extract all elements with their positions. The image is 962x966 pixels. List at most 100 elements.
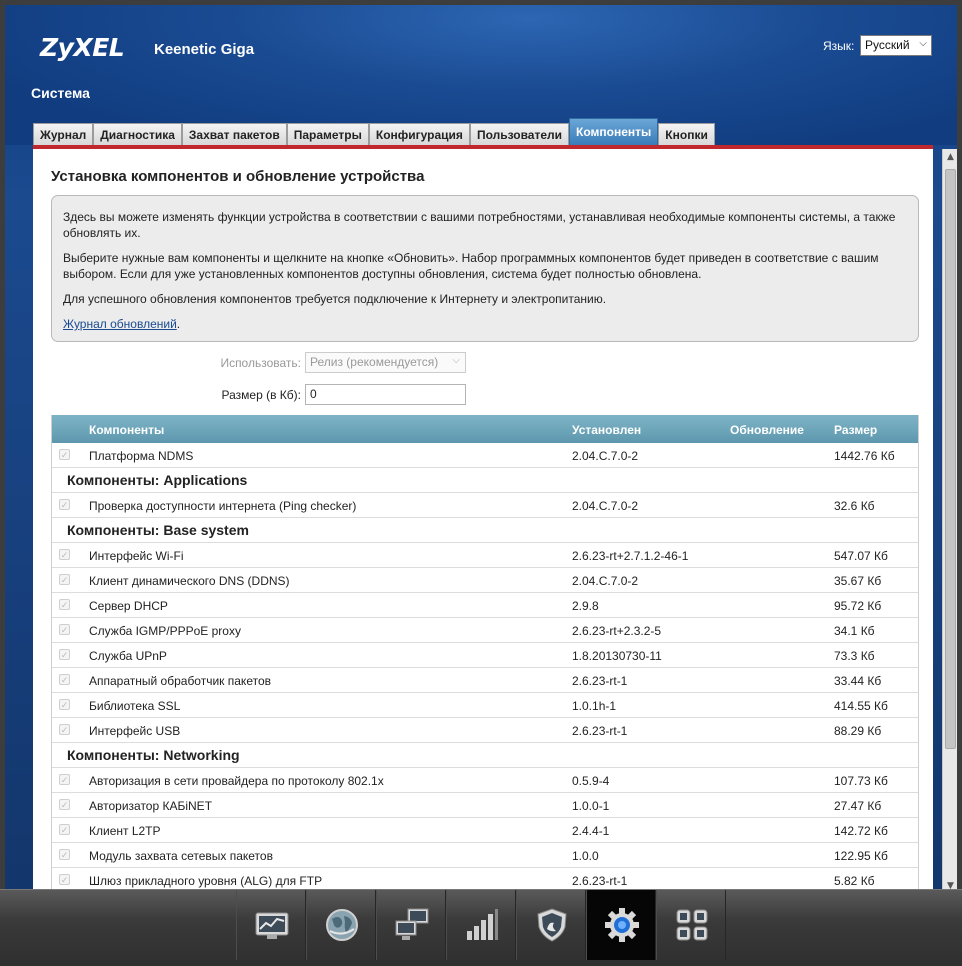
tab-components[interactable]: Компоненты	[569, 118, 659, 145]
bottom-dock	[0, 889, 962, 966]
table-header: Компоненты Установлен Обновление Размер	[52, 415, 918, 443]
gear-icon	[605, 908, 639, 942]
table-row: ✓ Проверка доступности интернета (Ping c…	[52, 493, 918, 518]
component-checkbox[interactable]: ✓	[59, 824, 70, 835]
table-row: ✓ Платформа NDMS 2.04.C.7.0-2 1442.76 Кб	[52, 443, 918, 468]
tab-buttons[interactable]: Кнопки	[658, 123, 715, 145]
table-row: ✓ Интерфейс USB 2.6.23-rt-1 88.29 Кб	[52, 718, 918, 743]
installed-version: 2.6.23-rt+2.3.2-5	[572, 624, 662, 638]
info-box: Здесь вы можете изменять функции устройс…	[51, 195, 919, 342]
component-name: Интерфейс USB	[89, 724, 181, 738]
component-size: 107.73 Кб	[834, 774, 888, 788]
tab-parameters[interactable]: Параметры	[286, 123, 369, 145]
component-size: 33.44 Кб	[834, 674, 882, 688]
component-checkbox[interactable]: ✓	[59, 774, 70, 785]
installed-version: 2.04.C.7.0-2	[572, 574, 639, 588]
component-size: 27.47 Кб	[834, 799, 882, 813]
language-label: Язык:	[823, 39, 855, 53]
component-name: Служба IGMP/PPPoE proxy	[89, 624, 241, 638]
router-admin-window: ZyXEL Keenetic Giga Язык: Русский ⌵ Сист…	[0, 0, 962, 966]
table-row: ✓ Авторизация в сети провайдера по прото…	[52, 768, 918, 793]
component-checkbox[interactable]: ✓	[59, 849, 70, 860]
component-size: 547.07 Кб	[834, 549, 888, 563]
installed-version: 2.6.23-rt-1	[572, 674, 628, 688]
component-checkbox[interactable]: ✓	[59, 624, 70, 635]
size-field[interactable]: 0	[305, 384, 466, 405]
component-checkbox[interactable]: ✓	[59, 499, 70, 510]
group-title: Компоненты: Base system	[67, 522, 249, 538]
dock-security-button[interactable]	[516, 890, 586, 960]
language-value: Русский	[865, 38, 910, 52]
page-title: Установка компонентов и обновление устро…	[51, 168, 425, 185]
component-size: 32.6 Кб	[834, 499, 875, 513]
column-header-size: Размер	[834, 423, 878, 437]
table-row: ✓ Модуль захвата сетевых пакетов 1.0.0 1…	[52, 843, 918, 868]
component-size: 35.67 Кб	[834, 574, 882, 588]
component-checkbox[interactable]: ✓	[59, 449, 70, 460]
scroll-up-arrow-icon[interactable]: ▲	[943, 149, 958, 165]
column-header-components: Компоненты	[89, 423, 165, 437]
table-row: ✓ Авторизатор КАБiNET 1.0.0-1 27.47 Кб	[52, 793, 918, 818]
component-checkbox[interactable]: ✓	[59, 674, 70, 685]
shield-icon	[537, 908, 567, 942]
table-row: ✓ Интерфейс Wi-Fi 2.6.23-rt+2.7.1.2-46-1…	[52, 543, 918, 568]
scroll-thumb[interactable]	[945, 169, 956, 749]
component-size: 142.72 Кб	[834, 824, 888, 838]
component-name: Интерфейс Wi-Fi	[89, 549, 184, 563]
dock-internet-button[interactable]	[306, 890, 376, 960]
component-checkbox[interactable]: ✓	[59, 549, 70, 560]
component-size: 1442.76 Кб	[834, 449, 895, 463]
monitor-chart-icon	[255, 912, 289, 939]
section-title: Система	[31, 85, 90, 101]
tab-users[interactable]: Пользователи	[469, 123, 570, 145]
installed-version: 0.5.9-4	[572, 774, 610, 788]
installed-version: 2.6.23-rt-1	[572, 874, 628, 888]
dock-home-network-button[interactable]	[376, 890, 446, 960]
installed-version: 2.04.C.7.0-2	[572, 449, 639, 463]
tab-log[interactable]: Журнал	[33, 123, 94, 145]
size-label: Размер (в Кб):	[221, 388, 301, 402]
dock-system-button[interactable]	[586, 890, 656, 960]
component-name: Проверка доступности интернета (Ping che…	[89, 499, 357, 513]
dock-applications-button[interactable]	[656, 890, 726, 960]
component-name: Модуль захвата сетевых пакетов	[89, 849, 273, 863]
component-checkbox[interactable]: ✓	[59, 874, 70, 885]
tab-packet-capture[interactable]: Захват пакетов	[181, 123, 287, 145]
component-size: 95.72 Кб	[834, 599, 882, 613]
component-checkbox[interactable]: ✓	[59, 599, 70, 610]
component-name: Клиент L2TP	[89, 824, 161, 838]
component-checkbox[interactable]: ✓	[59, 724, 70, 735]
update-log-line: Журнал обновлений.	[63, 316, 907, 332]
info-paragraph: Для успешного обновления компонентов тре…	[63, 292, 607, 306]
tab-diagnostics[interactable]: Диагностика	[93, 123, 182, 145]
tab-bar: Журнал Диагностика Захват пакетов Параме…	[33, 118, 715, 145]
update-log-link[interactable]: Журнал обновлений	[63, 317, 177, 331]
column-header-installed: Установлен	[572, 423, 642, 437]
language-select[interactable]: Русский ⌵	[860, 35, 932, 56]
component-name: Аппаратный обработчик пакетов	[89, 674, 271, 688]
dock-monitor-button[interactable]	[236, 890, 306, 960]
table-row: ✓ Аппаратный обработчик пакетов 2.6.23-r…	[52, 668, 918, 693]
globe-icon	[326, 909, 358, 941]
installed-version: 1.8.20130730-11	[572, 649, 662, 663]
components-table: Компоненты Установлен Обновление Размер …	[51, 415, 919, 893]
component-checkbox[interactable]: ✓	[59, 649, 70, 660]
tab-configuration[interactable]: Конфигурация	[368, 123, 470, 145]
component-name: Платформа NDMS	[89, 449, 194, 463]
component-name: Служба UPnP	[89, 649, 167, 663]
component-checkbox[interactable]: ✓	[59, 799, 70, 810]
component-checkbox[interactable]: ✓	[59, 574, 70, 585]
dock-wifi-button[interactable]	[446, 890, 516, 960]
update-log-suffix: .	[176, 317, 181, 331]
component-size: 73.3 Кб	[834, 649, 875, 663]
group-header: Компоненты: Base system	[52, 518, 918, 543]
release-select[interactable]: Релиз (рекомендуется) ⌵	[305, 352, 466, 373]
chevron-down-icon: ⌵	[919, 38, 927, 49]
brand-logo: ZyXEL	[40, 33, 125, 62]
group-title: Компоненты: Networking	[67, 747, 240, 763]
component-checkbox[interactable]: ✓	[59, 699, 70, 710]
component-name: Клиент динамического DNS (DDNS)	[89, 574, 290, 588]
vertical-scrollbar[interactable]: ▲ ▼	[942, 149, 957, 894]
group-title: Компоненты: Applications	[67, 472, 248, 488]
component-size: 414.55 Кб	[834, 699, 888, 713]
